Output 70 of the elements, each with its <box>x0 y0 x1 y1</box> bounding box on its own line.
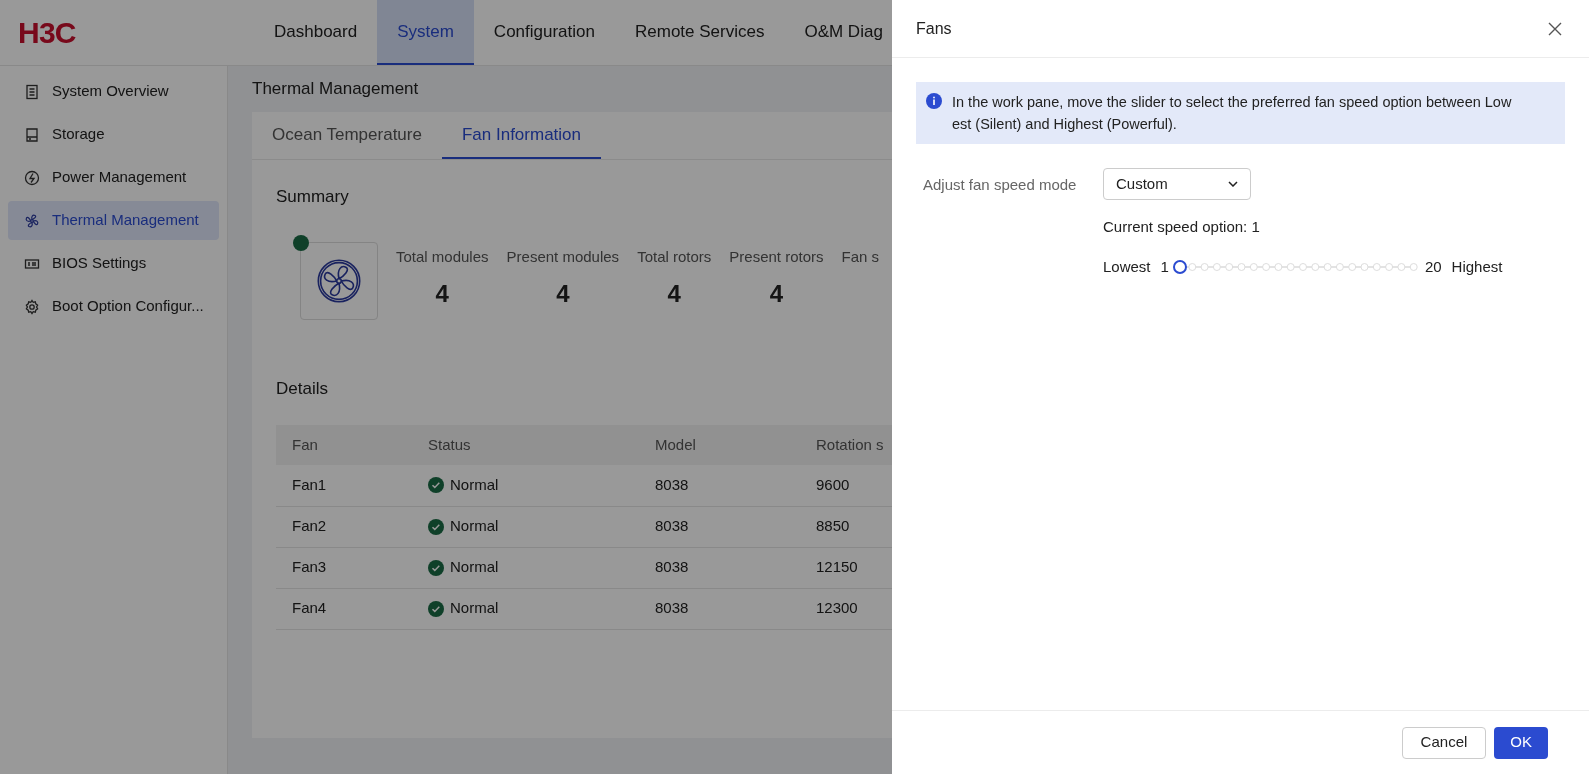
current-speed-text: Current speed option: 1 <box>1103 217 1261 237</box>
section-title: Details <box>276 378 328 398</box>
info-text: In the work pane, move the slider to select the preferred fan speed option between Lowest (Silent) and Highest (Powerful). <box>952 93 1513 134</box>
table-cell: 8850 <box>816 517 850 535</box>
menu-icon <box>24 298 40 315</box>
drawer-title: Fans <box>916 18 952 39</box>
status-text: Normal <box>450 516 499 537</box>
column-header: Model <box>639 425 800 465</box>
mode-select[interactable]: Custom <box>1103 168 1251 200</box>
table-cell: Fan1 <box>292 476 327 493</box>
check-circle-icon <box>428 559 444 576</box>
table-cell: Fan4 <box>292 599 327 617</box>
check-circle-icon <box>428 477 444 494</box>
table-cell: 8038 <box>655 599 689 617</box>
ok-button[interactable]: OK <box>1494 726 1548 759</box>
stat-label: Fan s <box>841 246 880 267</box>
sidebar-item[interactable]: BIOS Settings <box>8 244 219 283</box>
slider-max-label: Highest <box>1451 256 1503 277</box>
table-cell: 8038 <box>655 558 689 576</box>
slider-max-value: 20 <box>1424 256 1442 277</box>
status-text: Normal <box>450 475 499 495</box>
stat-label: Total rotors <box>637 246 712 267</box>
column-header: Fan <box>276 425 412 465</box>
slider-min-value: 1 <box>1160 256 1169 277</box>
slider-min-label: Lowest <box>1103 256 1151 277</box>
menu-icon <box>24 83 40 100</box>
close-icon <box>1548 21 1562 36</box>
field-label: Adjust fan speed mode <box>922 175 1078 195</box>
nav-tab[interactable]: Dashboard <box>254 0 378 65</box>
content-tab[interactable]: Fan Information <box>441 112 601 159</box>
stat-value: 4 <box>769 279 784 309</box>
table-cell: 12150 <box>816 558 858 576</box>
table-cell: Fan2 <box>292 517 327 535</box>
table-cell: 8038 <box>655 517 689 535</box>
slider[interactable] <box>1172 259 1421 274</box>
check-circle-icon <box>428 600 444 617</box>
status-text: Normal <box>450 598 499 619</box>
menu-icon <box>24 212 40 229</box>
status-text: Normal <box>450 557 499 578</box>
check-circle-icon <box>428 518 444 535</box>
stat-label: Present modules <box>506 246 620 267</box>
stat-value: 4 <box>667 279 681 309</box>
content-tab[interactable]: Ocean Temperature <box>252 112 442 159</box>
section-title: Summary <box>276 187 349 206</box>
table-cell: 8038 <box>655 476 689 493</box>
nav-tab[interactable]: System <box>377 0 474 65</box>
logo: H3C <box>18 17 76 48</box>
table-cell: 9600 <box>816 476 850 493</box>
info-icon <box>926 93 942 109</box>
menu-icon <box>24 169 40 186</box>
sidebar-item[interactable]: Power Management <box>8 158 219 197</box>
page-title: Thermal Management <box>252 78 419 101</box>
sidebar-item[interactable]: Storage <box>8 115 219 154</box>
sidebar-item[interactable]: Thermal Management <box>8 201 219 240</box>
table-cell: Fan3 <box>292 558 327 576</box>
sidebar-item[interactable]: System Overview <box>8 72 219 111</box>
nav-tab[interactable]: Remote Services <box>615 0 785 65</box>
sidebar-item[interactable]: Boot Option Configur... <box>8 287 219 326</box>
fan-icon <box>316 257 362 304</box>
table-cell: 12300 <box>816 599 858 617</box>
stat-value: 4 <box>556 279 570 309</box>
column-header: Status <box>412 425 639 465</box>
menu-icon <box>24 126 40 143</box>
chevron-down-icon <box>1228 181 1238 187</box>
cancel-button[interactable]: Cancel <box>1401 726 1487 759</box>
stat-value: 4 <box>435 279 449 309</box>
stat-label: Total modules <box>396 246 489 267</box>
slider-thumb[interactable] <box>1172 259 1187 274</box>
nav-tab[interactable]: Configuration <box>473 0 615 65</box>
stat-label: Present rotors <box>729 246 824 267</box>
